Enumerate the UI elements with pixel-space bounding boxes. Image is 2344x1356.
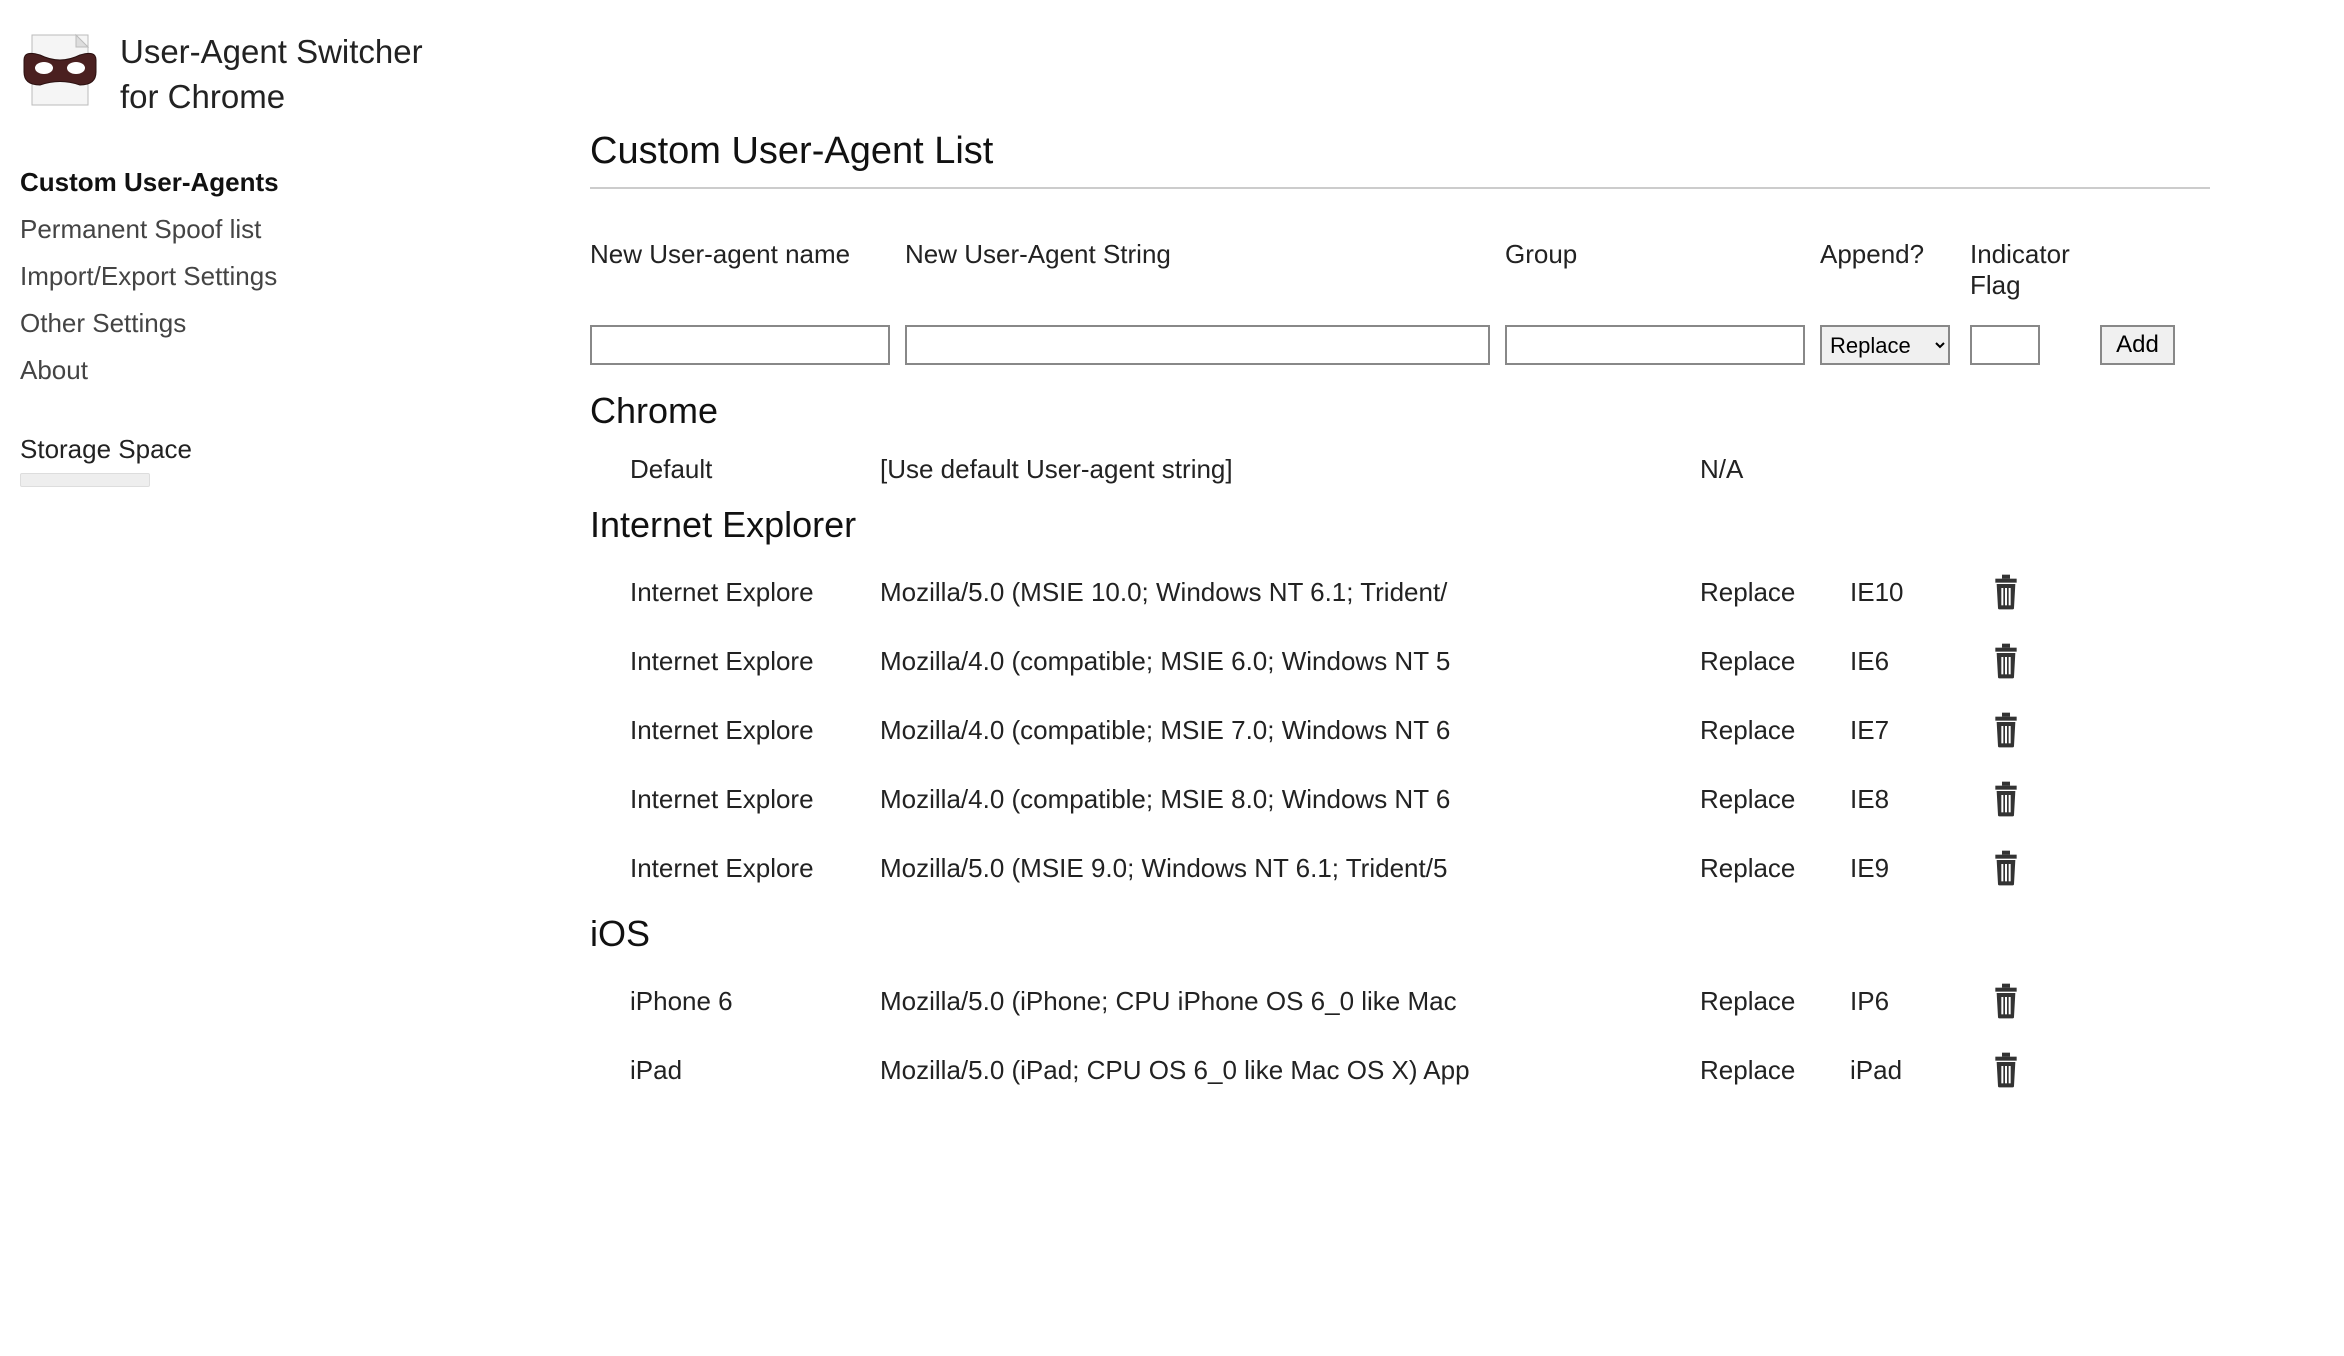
header-append: Append? bbox=[1820, 239, 1970, 270]
sidebar-item-permanent-spoof-list[interactable]: Permanent Spoof list bbox=[20, 206, 590, 253]
string-input[interactable] bbox=[905, 325, 1490, 365]
app-title: User-Agent Switcher for Chrome bbox=[120, 30, 423, 119]
entry-row: Internet ExploreMozilla/5.0 (MSIE 10.0; … bbox=[590, 558, 2210, 627]
header-name: New User-agent name bbox=[590, 239, 905, 270]
flag-input[interactable] bbox=[1970, 325, 2040, 365]
page-title: Custom User-Agent List bbox=[590, 130, 2210, 173]
entry-append: Replace bbox=[1700, 1055, 1850, 1086]
storage-bar bbox=[20, 473, 150, 487]
entry-row: Default[Use default User-agent string] N/… bbox=[590, 444, 2210, 494]
entry-name: Internet Explore bbox=[590, 853, 880, 884]
delete-icon[interactable] bbox=[1990, 774, 2050, 825]
entry-flag: IE9 bbox=[1850, 853, 1990, 884]
entry-row: iPadMozilla/5.0 (iPad; CPU OS 6_0 like M… bbox=[590, 1036, 2210, 1105]
entry-string: Mozilla/4.0 (compatible; MSIE 8.0; Windo… bbox=[880, 784, 1490, 815]
entry-append: Replace bbox=[1700, 577, 1850, 608]
entry-row: Internet ExploreMozilla/4.0 (compatible;… bbox=[590, 696, 2210, 765]
entry-append: Replace bbox=[1700, 646, 1850, 677]
entry-string: Mozilla/4.0 (compatible; MSIE 7.0; Windo… bbox=[880, 715, 1490, 746]
entry-name: Internet Explore bbox=[590, 715, 880, 746]
entry-flag: IE8 bbox=[1850, 784, 1990, 815]
storage-section: Storage Space bbox=[20, 434, 590, 487]
column-headers: New User-agent name New User-Agent Strin… bbox=[590, 239, 2210, 301]
entry-string: Mozilla/5.0 (iPhone; CPU iPhone OS 6_0 l… bbox=[880, 986, 1490, 1017]
entry-append: Replace bbox=[1700, 853, 1850, 884]
delete-icon[interactable] bbox=[1990, 567, 2050, 618]
add-button[interactable]: Add bbox=[2100, 325, 2175, 365]
storage-label: Storage Space bbox=[20, 434, 590, 465]
entry-string: Mozilla/4.0 (compatible; MSIE 6.0; Windo… bbox=[880, 646, 1490, 677]
entry-flag: IE6 bbox=[1850, 646, 1990, 677]
header-flag: Indicator Flag bbox=[1970, 239, 2090, 301]
delete-icon[interactable] bbox=[1990, 636, 2050, 687]
entry-name: Default bbox=[590, 454, 880, 485]
group-heading-chrome: Chrome bbox=[590, 390, 2210, 432]
header-string: New User-Agent String bbox=[905, 239, 1505, 270]
entry-string: [Use default User-agent string] bbox=[880, 454, 1490, 485]
sidebar: User-Agent Switcher for Chrome Custom Us… bbox=[0, 0, 590, 1105]
sidebar-item-import-export-settings[interactable]: Import/Export Settings bbox=[20, 253, 590, 300]
name-input[interactable] bbox=[590, 325, 890, 365]
entry-name: iPad bbox=[590, 1055, 880, 1086]
entry-append: N/A bbox=[1700, 454, 1850, 485]
entry-name: Internet Explore bbox=[590, 646, 880, 677]
entry-flag: IP6 bbox=[1850, 986, 1990, 1017]
group-input[interactable] bbox=[1505, 325, 1805, 365]
delete-icon[interactable] bbox=[1990, 705, 2050, 756]
sidebar-item-about[interactable]: About bbox=[20, 347, 590, 394]
entry-string: Mozilla/5.0 (MSIE 10.0; Windows NT 6.1; … bbox=[880, 577, 1490, 608]
entry-flag: IE7 bbox=[1850, 715, 1990, 746]
app-title-line2: for Chrome bbox=[120, 78, 285, 115]
input-row: Replace Add bbox=[590, 325, 2210, 365]
mask-logo-icon bbox=[20, 30, 100, 110]
entry-name: Internet Explore bbox=[590, 577, 880, 608]
entry-flag: iPad bbox=[1850, 1055, 1990, 1086]
entry-flag: IE10 bbox=[1850, 577, 1990, 608]
entry-row: Internet ExploreMozilla/5.0 (MSIE 9.0; W… bbox=[590, 834, 2210, 903]
group-heading-internet-explorer: Internet Explorer bbox=[590, 504, 2210, 546]
header-group: Group bbox=[1505, 239, 1820, 270]
append-select[interactable]: Replace bbox=[1820, 325, 1950, 365]
delete-icon[interactable] bbox=[1990, 1045, 2050, 1096]
entry-name: Internet Explore bbox=[590, 784, 880, 815]
entry-string: Mozilla/5.0 (iPad; CPU OS 6_0 like Mac O… bbox=[880, 1055, 1490, 1086]
entry-append: Replace bbox=[1700, 986, 1850, 1017]
entry-append: Replace bbox=[1700, 784, 1850, 815]
divider bbox=[590, 187, 2210, 189]
entry-name: iPhone 6 bbox=[590, 986, 880, 1017]
delete-icon[interactable] bbox=[1990, 976, 2050, 1027]
main-content: Custom User-Agent List New User-agent na… bbox=[590, 0, 2250, 1105]
sidebar-item-other-settings[interactable]: Other Settings bbox=[20, 300, 590, 347]
entry-string: Mozilla/5.0 (MSIE 9.0; Windows NT 6.1; T… bbox=[880, 853, 1490, 884]
app-title-line1: User-Agent Switcher bbox=[120, 33, 423, 70]
entry-row: Internet ExploreMozilla/4.0 (compatible;… bbox=[590, 627, 2210, 696]
logo-block: User-Agent Switcher for Chrome bbox=[20, 30, 590, 119]
entry-row: Internet ExploreMozilla/4.0 (compatible;… bbox=[590, 765, 2210, 834]
entry-row: iPhone 6Mozilla/5.0 (iPhone; CPU iPhone … bbox=[590, 967, 2210, 1036]
group-heading-ios: iOS bbox=[590, 913, 2210, 955]
sidebar-item-custom-user-agents[interactable]: Custom User-Agents bbox=[20, 159, 590, 206]
delete-icon[interactable] bbox=[1990, 843, 2050, 894]
entry-append: Replace bbox=[1700, 715, 1850, 746]
